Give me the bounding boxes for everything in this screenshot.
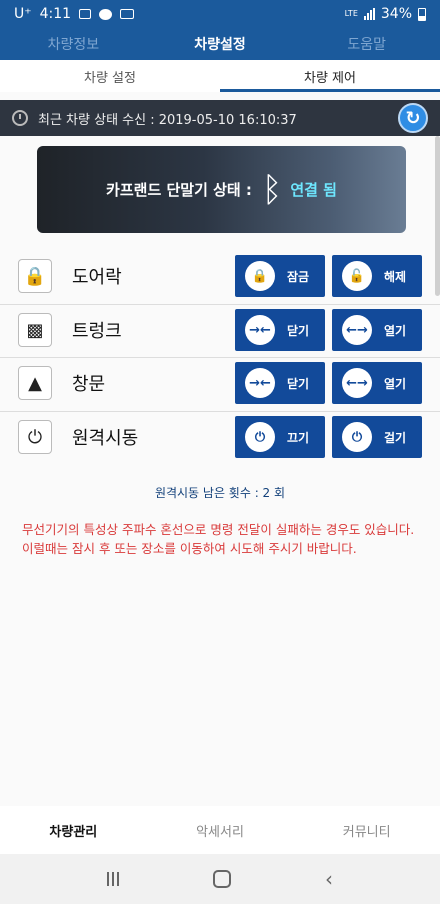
trunk-open-label: 열기 — [384, 323, 407, 338]
top-tabs: 차량정보 차량설정 도움말 — [0, 28, 440, 60]
time-label: 4:11 — [39, 6, 72, 22]
tab-vehicle-settings[interactable]: 차량설정 — [147, 28, 294, 60]
device-status-label: 카프랜드 단말기 상태 : — [106, 181, 252, 199]
unlock-button[interactable]: 🔓 해제 — [332, 255, 422, 297]
bluetooth-icon: ᛒ — [261, 169, 283, 210]
message-icon — [99, 8, 113, 20]
window-close-label: 닫기 — [287, 376, 310, 391]
open-arrows-icon: ←→ — [342, 368, 372, 398]
warning-message: 무선기기의 특성상 주파수 혼선으로 명령 전달이 실패하는 경우도 있습니다.… — [22, 522, 415, 556]
tab-help[interactable]: 도움말 — [293, 28, 440, 60]
control-row-window: ▲ 창문 →← 닫기 ←→ 열기 — [0, 356, 440, 410]
trunk-icon: ▩ — [18, 313, 52, 347]
close-arrows-icon: →← — [245, 315, 275, 345]
lock-button[interactable]: 🔒 잠금 — [235, 255, 325, 297]
control-label: 트렁크 — [72, 321, 122, 342]
control-row-doorlock: 🔒 도어락 🔒 잠금 🔓 해제 — [0, 249, 440, 303]
engine-on-label: 걸기 — [384, 430, 407, 445]
power-icon: ⏻ — [342, 422, 372, 452]
engine-off-label: 끄기 — [287, 430, 310, 445]
system-nav-bar: ‹ — [0, 854, 440, 904]
window-icon: ▲ — [18, 366, 52, 400]
window-close-button[interactable]: →← 닫기 — [235, 362, 325, 404]
recent-apps-icon[interactable] — [107, 872, 119, 886]
carrier-label: U⁺ — [14, 6, 32, 22]
lock-icon: 🔒 — [18, 259, 52, 293]
lock-button-label: 잠금 — [287, 269, 310, 284]
control-row-remote-start: ⏻ 원격시동 ⏻ 끄기 ⏻ 걸기 — [0, 410, 440, 464]
connection-status: 연결 됨 — [290, 181, 337, 199]
sub-tabs: 차량 설정 차량 제어 — [0, 60, 440, 92]
battery-icon — [418, 7, 426, 21]
battery-label: 34% — [380, 6, 412, 22]
unlock-button-label: 해제 — [384, 269, 407, 284]
device-status-banner: 카프랜드 단말기 상태 : ᛒ 연결 됨 — [37, 146, 406, 233]
notification-icon — [120, 9, 135, 19]
lock-closed-icon: 🔒 — [245, 261, 275, 291]
open-arrows-icon: ←→ — [342, 315, 372, 345]
home-icon[interactable] — [213, 870, 231, 888]
control-label: 창문 — [72, 374, 106, 395]
tab-vehicle-setting[interactable]: 차량 설정 — [0, 60, 220, 92]
trunk-open-button[interactable]: ←→ 열기 — [332, 309, 422, 351]
control-row-trunk: ▩ 트렁크 →← 닫기 ←→ 열기 — [0, 303, 440, 357]
network-label: LTE — [344, 9, 358, 18]
refresh-icon: ↻ — [405, 107, 421, 129]
control-label: 원격시동 — [72, 428, 139, 449]
refresh-button[interactable]: ↻ — [398, 103, 428, 133]
trunk-close-button[interactable]: →← 닫기 — [235, 309, 325, 351]
engine-off-button[interactable]: ⏻ 끄기 — [235, 416, 325, 458]
recent-status-text: 최근 차량 상태 수신 : 2019-05-10 16:10:37 — [38, 112, 297, 128]
clock-icon — [12, 110, 28, 126]
trunk-close-label: 닫기 — [287, 323, 310, 338]
lock-open-icon: 🔓 — [342, 261, 372, 291]
remote-start-remaining: 원격시동 남은 횟수 : 2 회 — [154, 486, 286, 500]
nav-accessories[interactable]: 악세서리 — [147, 806, 294, 854]
signal-icon — [363, 8, 375, 20]
tab-vehicle-control[interactable]: 차량 제어 — [220, 60, 440, 92]
status-bar: U⁺ 4:11 LTE 34% — [0, 0, 440, 28]
power-icon: ⏻ — [245, 422, 275, 452]
nav-vehicle-management[interactable]: 차량관리 — [0, 806, 147, 854]
window-open-button[interactable]: ←→ 열기 — [332, 362, 422, 404]
window-open-label: 열기 — [384, 376, 407, 391]
gallery-icon — [79, 9, 92, 19]
remote-start-icon: ⏻ — [18, 420, 52, 454]
tab-vehicle-info[interactable]: 차량정보 — [0, 28, 147, 60]
control-label: 도어락 — [72, 267, 122, 288]
recent-status-bar: 최근 차량 상태 수신 : 2019-05-10 16:10:37 ↻ — [0, 100, 440, 136]
back-icon[interactable]: ‹ — [325, 867, 333, 891]
bottom-nav: 차량관리 악세서리 커뮤니티 — [0, 806, 440, 854]
nav-community[interactable]: 커뮤니티 — [293, 806, 440, 854]
engine-on-button[interactable]: ⏻ 걸기 — [332, 416, 422, 458]
close-arrows-icon: →← — [245, 368, 275, 398]
app-screen: U⁺ 4:11 LTE 34% 차량정보 차량설정 도움말 차량 설정 차량 제… — [0, 0, 440, 904]
